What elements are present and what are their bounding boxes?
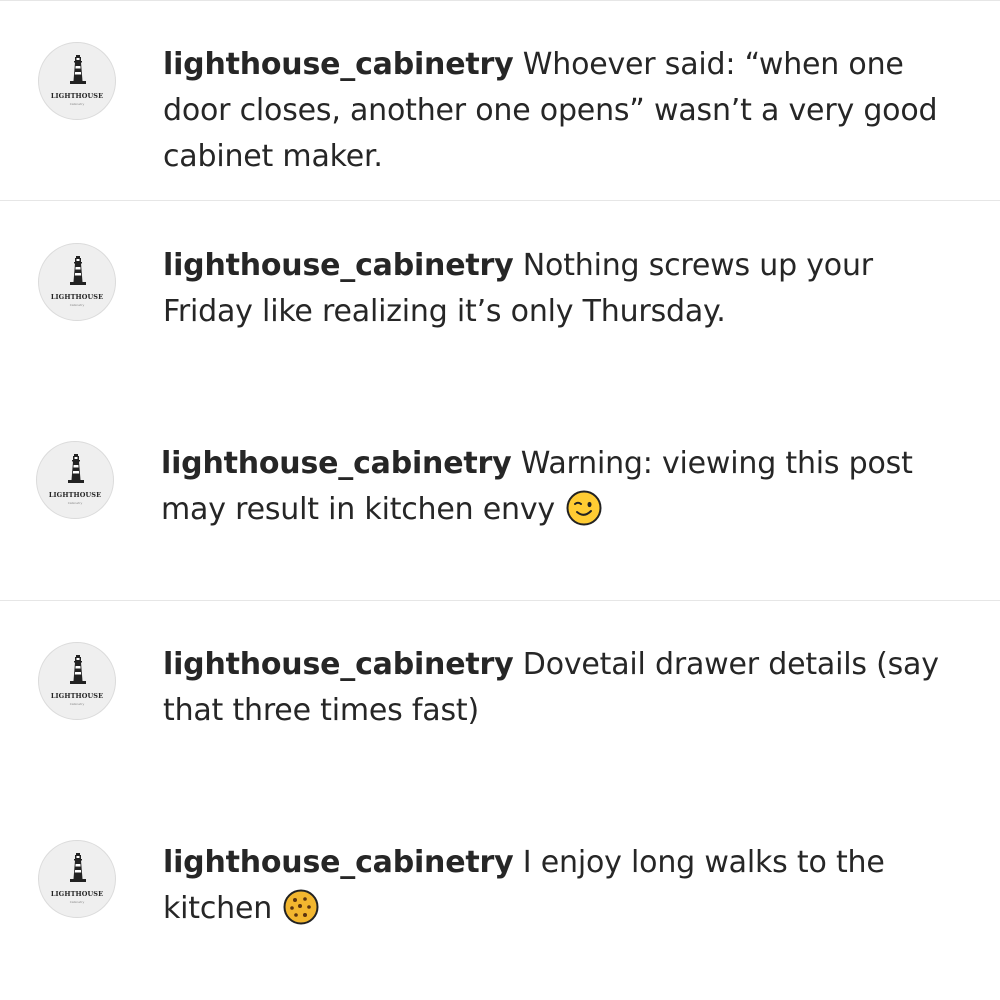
winking-face-icon xyxy=(566,490,602,526)
post-item[interactable]: LIGHTHOUSE Cabinetry lighthouse_cabinetr… xyxy=(0,600,1000,800)
username-link[interactable]: lighthouse_cabinetry xyxy=(163,845,514,880)
post-item[interactable]: LIGHTHOUSE Cabinetry lighthouse_cabinetr… xyxy=(0,201,1000,401)
lighthouse-logo-icon xyxy=(70,55,86,84)
avatar-subtext: Cabinetry xyxy=(69,900,85,904)
avatar-brand-text: LIGHTHOUSE xyxy=(50,293,104,301)
username-link[interactable]: lighthouse_cabinetry xyxy=(163,47,514,82)
post-caption: lighthouse_cabinetry Warning: viewing th… xyxy=(161,441,941,533)
post-caption: lighthouse_cabinetry Whoever said: “when… xyxy=(163,42,943,180)
post-caption: lighthouse_cabinetry Nothing screws up y… xyxy=(163,243,943,335)
avatar-subtext: Cabinetry xyxy=(67,501,83,505)
post-caption: lighthouse_cabinetry Dovetail drawer det… xyxy=(163,642,943,734)
lighthouse-logo-icon xyxy=(70,655,86,684)
avatar[interactable]: LIGHTHOUSE Cabinetry xyxy=(38,42,116,120)
lighthouse-logo-icon xyxy=(70,256,86,285)
cookie-icon xyxy=(283,889,319,925)
post-item[interactable]: LIGHTHOUSE Cabinetry lighthouse_cabinetr… xyxy=(0,399,1000,599)
username-link[interactable]: lighthouse_cabinetry xyxy=(163,647,514,682)
avatar-brand-text: LIGHTHOUSE xyxy=(50,890,104,898)
avatar-subtext: Cabinetry xyxy=(69,702,85,706)
avatar-brand-text: LIGHTHOUSE xyxy=(48,491,102,499)
username-link[interactable]: lighthouse_cabinetry xyxy=(161,446,512,481)
avatar-subtext: Cabinetry xyxy=(69,303,85,307)
post-caption: lighthouse_cabinetry I enjoy long walks … xyxy=(163,840,943,932)
post-feed: LIGHTHOUSE Cabinetry lighthouse_cabinetr… xyxy=(0,0,1000,1000)
avatar-brand-text: LIGHTHOUSE xyxy=(50,692,104,700)
post-item[interactable]: LIGHTHOUSE Cabinetry lighthouse_cabinetr… xyxy=(0,0,1000,200)
avatar-subtext: Cabinetry xyxy=(69,102,85,106)
avatar[interactable]: LIGHTHOUSE Cabinetry xyxy=(38,243,116,321)
lighthouse-logo-icon xyxy=(68,454,84,483)
lighthouse-logo-icon xyxy=(70,853,86,882)
avatar-brand-text: LIGHTHOUSE xyxy=(50,92,104,100)
avatar[interactable]: LIGHTHOUSE Cabinetry xyxy=(38,642,116,720)
post-item[interactable]: LIGHTHOUSE Cabinetry lighthouse_cabinetr… xyxy=(0,798,1000,998)
username-link[interactable]: lighthouse_cabinetry xyxy=(163,248,514,283)
avatar[interactable]: LIGHTHOUSE Cabinetry xyxy=(38,840,116,918)
avatar[interactable]: LIGHTHOUSE Cabinetry xyxy=(36,441,114,519)
